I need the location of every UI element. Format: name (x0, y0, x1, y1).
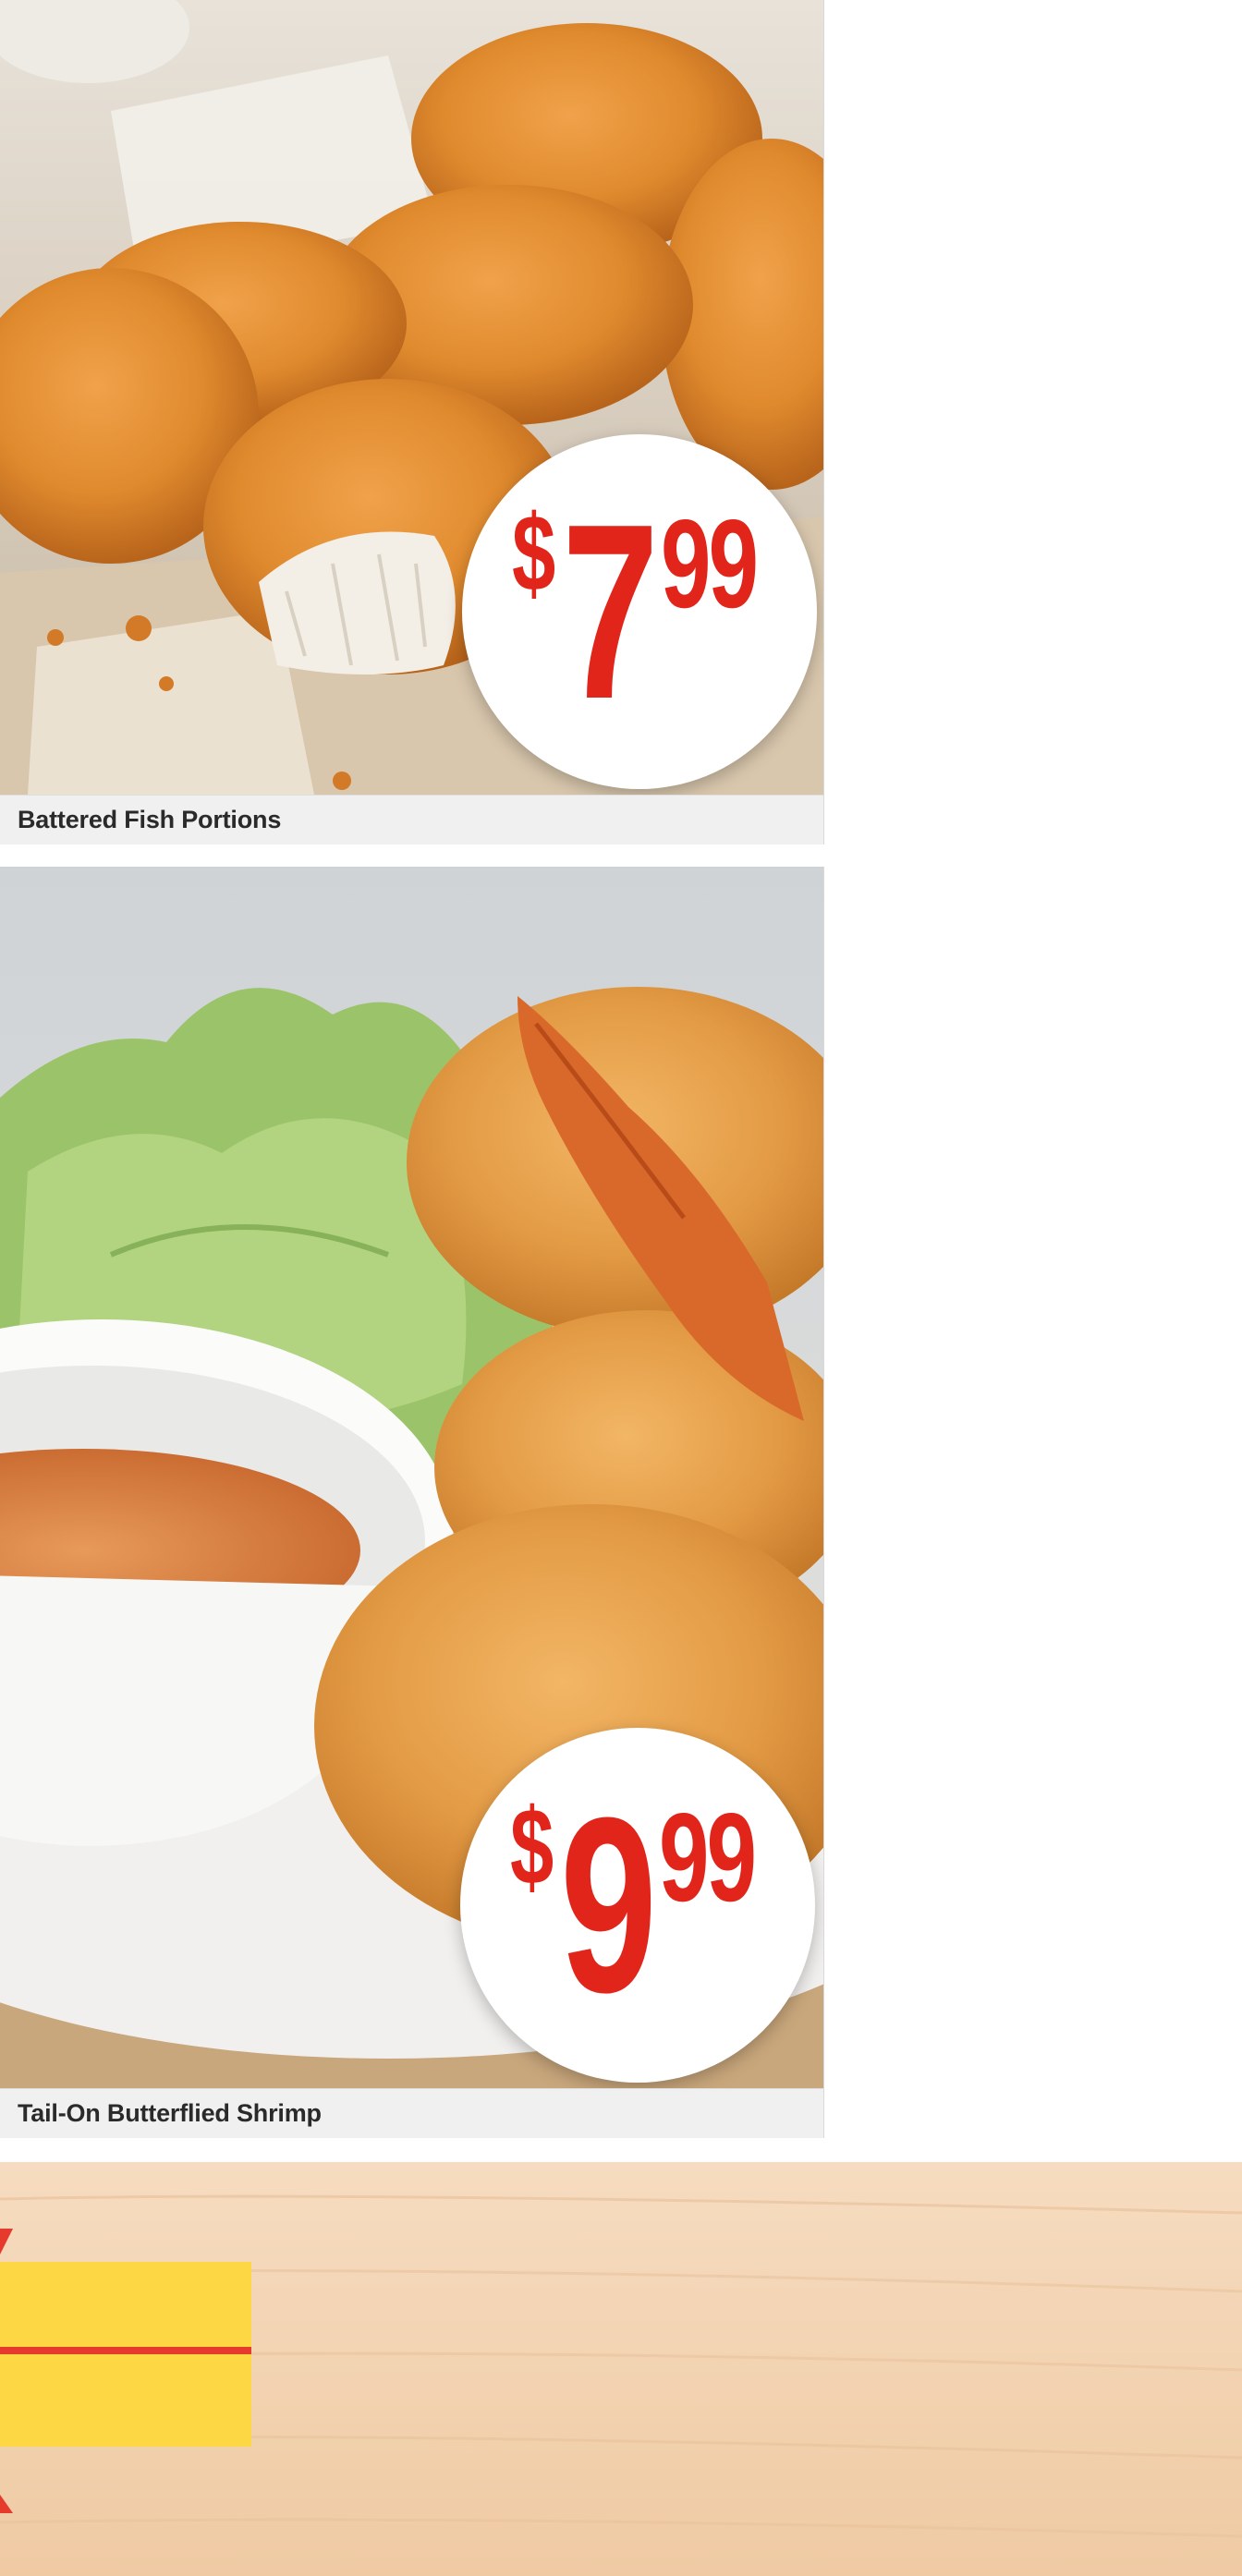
price-dollars: 7 (562, 473, 659, 751)
product-name[interactable]: Tail-On Butterflied Shrimp (0, 2088, 823, 2138)
price-badge: $ 7 99 (462, 434, 817, 789)
price-cents: 99 (659, 1787, 757, 1927)
product-card[interactable]: $ 7 99 Battered Fish Portions (0, 0, 824, 844)
price-badge: $ 9 99 (460, 1728, 815, 2083)
wood-banner-background (0, 2162, 1242, 2576)
product-image[interactable]: $ 9 99 (0, 867, 823, 2088)
product-image[interactable]: $ 7 99 (0, 0, 823, 795)
product-name[interactable]: Battered Fish Portions (0, 795, 823, 844)
product-card[interactable]: $ 9 99 Tail-On Butterflied Shrimp (0, 867, 824, 2138)
price-currency: $ (512, 492, 556, 614)
price-dollars: 9 (560, 1767, 657, 2045)
price-cents: 99 (661, 493, 759, 634)
price-currency: $ (510, 1786, 554, 1908)
promo-banner[interactable] (0, 2162, 1242, 2576)
